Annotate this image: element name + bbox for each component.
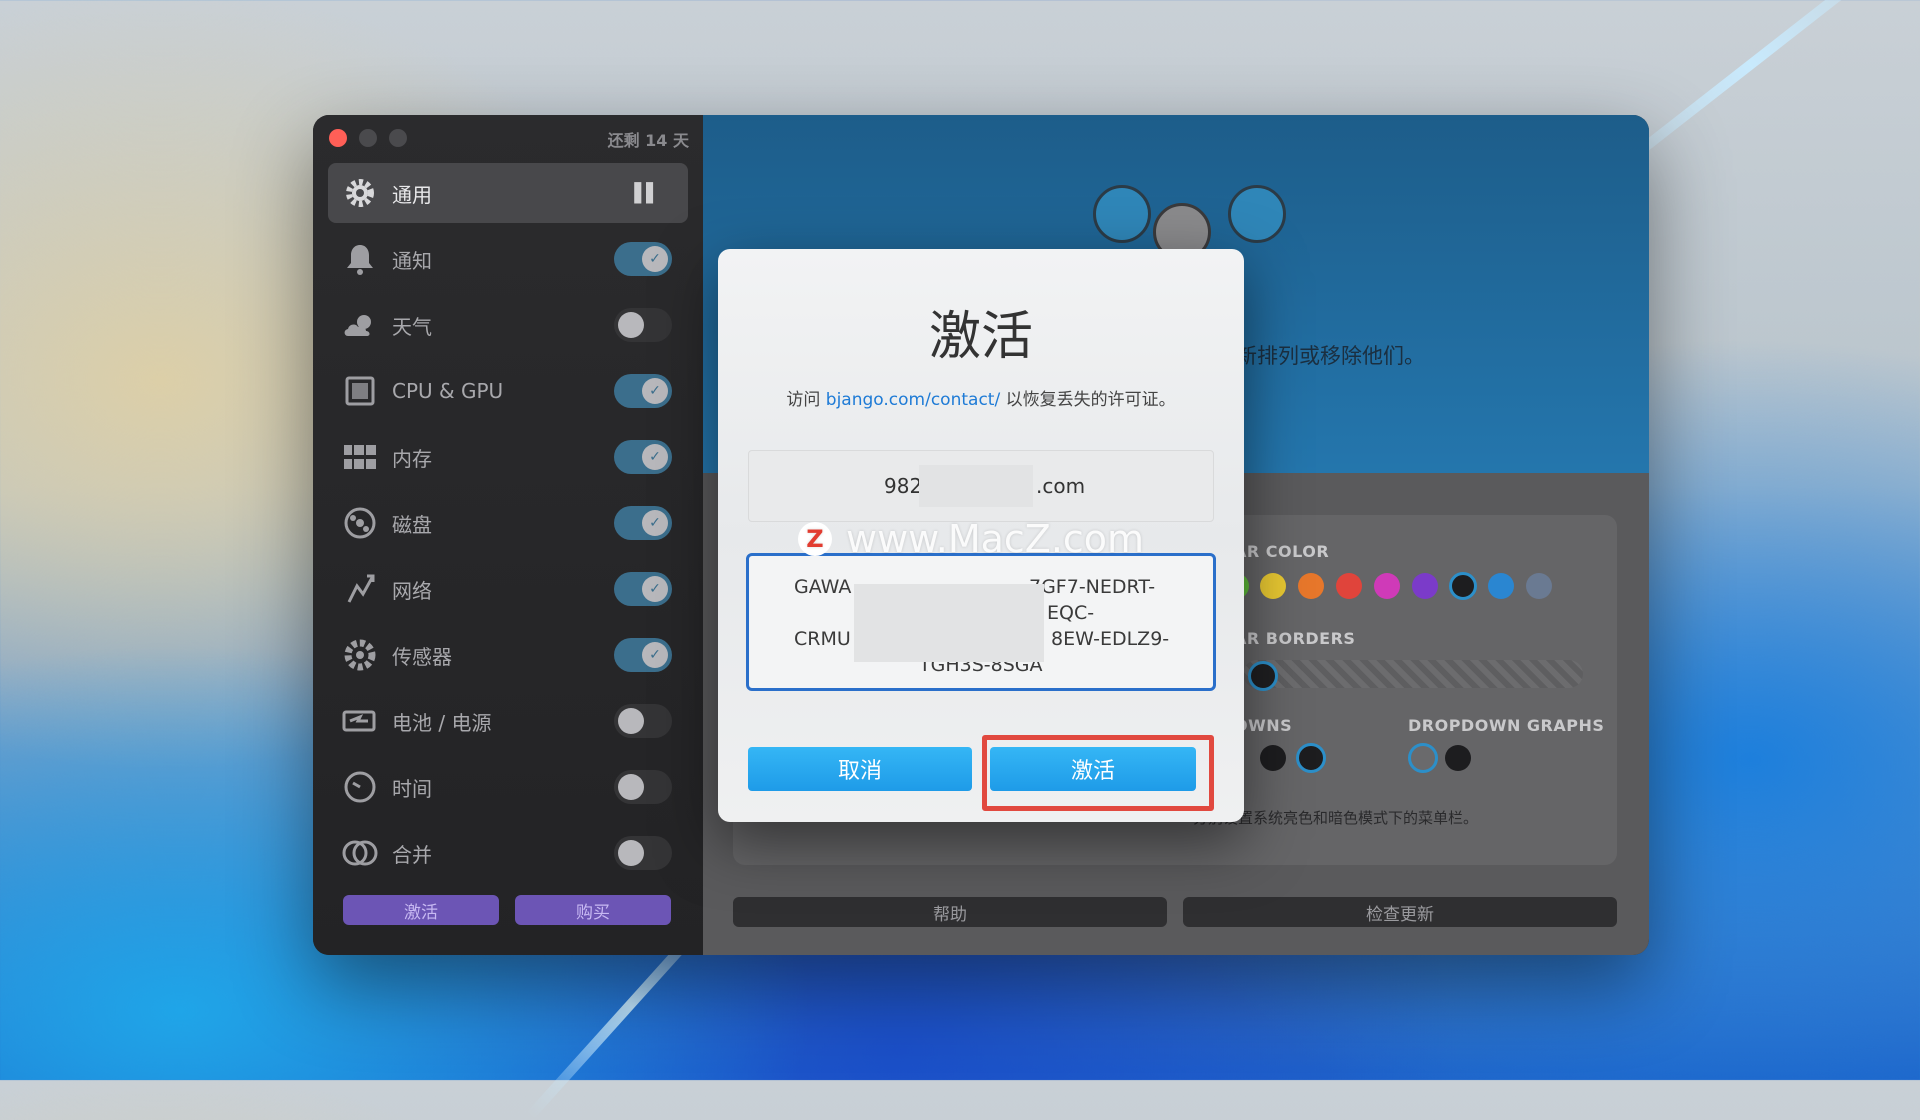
sidebar-item-label: 内存: [392, 446, 432, 471]
sensors-toggle[interactable]: ✓: [614, 638, 672, 672]
dialog-title: 激活: [928, 307, 1033, 367]
cpu-icon: [340, 371, 380, 411]
trial-remaining-text: 还剩 14 天: [607, 131, 689, 150]
desc-prefix: 访问: [786, 390, 826, 410]
watermark-badge: Z: [798, 522, 832, 556]
key-line: 8EW-EDLZ9-: [1051, 628, 1170, 650]
sidebar-item-label: 通用: [392, 182, 432, 207]
email-prefix: 982: [884, 474, 923, 498]
zoom-window-button[interactable]: [389, 129, 407, 147]
sensor-icon: [340, 635, 380, 675]
sidebar-item-label: 磁盘: [392, 512, 432, 537]
memory-icon: [340, 437, 380, 477]
sidebar-item-memory[interactable]: 内存 ✓: [328, 427, 688, 487]
sidebar-item-cpu-gpu[interactable]: CPU & GPU ✓: [328, 361, 688, 421]
bar-borders-slider[interactable]: [1243, 660, 1583, 688]
email-suffix: .com: [1036, 474, 1086, 498]
gear-icon: [340, 173, 380, 213]
bar-color-label: AR COLOR: [1234, 542, 1330, 561]
color-swatch-purple[interactable]: [1412, 573, 1438, 599]
key-line: 7GF7-NEDRT-: [1029, 576, 1156, 598]
color-swatch-slate[interactable]: [1526, 573, 1552, 599]
color-swatch-blue[interactable]: [1488, 573, 1514, 599]
close-window-button[interactable]: [329, 129, 347, 147]
check-updates-button[interactable]: 检查更新: [1183, 897, 1617, 927]
sidebar-buy-button[interactable]: 购买: [515, 895, 671, 925]
contact-link[interactable]: bjango.com/contact/: [826, 390, 1000, 410]
network-toggle[interactable]: ✓: [614, 572, 672, 606]
sidebar: 还剩 14 天 通用 ▌▌ 通知 ✓ 天气 CPU & GPU ✓ 内存 ✓ 磁…: [313, 115, 703, 955]
sidebar-item-label: 天气: [392, 314, 432, 339]
help-button[interactable]: 帮助: [733, 897, 1167, 927]
bell-icon: [340, 239, 380, 279]
watermark-text: www.MacZ.com: [846, 517, 1145, 561]
sidebar-item-label: 传感器: [392, 644, 452, 669]
sidebar-item-label: 电池 / 电源: [392, 710, 492, 735]
color-swatch-yellow[interactable]: [1260, 573, 1286, 599]
disk-toggle[interactable]: ✓: [614, 506, 672, 540]
sidebar-activate-button[interactable]: 激活: [343, 895, 499, 925]
minimize-window-button[interactable]: [359, 129, 377, 147]
key-line: EQC-: [1047, 602, 1095, 624]
email-field[interactable]: 982 .com: [748, 450, 1214, 522]
sidebar-item-network[interactable]: 网络 ✓: [328, 559, 688, 619]
key-line: GAWA: [794, 576, 852, 598]
pause-icon[interactable]: ▌▌: [634, 183, 660, 204]
color-swatch-black-selected[interactable]: [1449, 572, 1477, 600]
sidebar-item-battery[interactable]: 电池 / 电源: [328, 691, 688, 751]
key-redaction: [854, 584, 1044, 662]
sidebar-item-general[interactable]: 通用 ▌▌: [328, 163, 688, 223]
cancel-button[interactable]: 取消: [748, 747, 972, 791]
activation-dialog: 激活 访问 bjango.com/contact/ 以恢复丢失的许可证。 982…: [718, 249, 1244, 822]
cpu-gpu-toggle[interactable]: ✓: [614, 374, 672, 408]
preview-circle: [1093, 185, 1151, 243]
email-redaction: [919, 465, 1033, 507]
watermark: Z www.MacZ.com: [798, 517, 1144, 561]
sidebar-item-label: 时间: [392, 776, 432, 801]
disk-icon: [340, 503, 380, 543]
sidebar-item-weather[interactable]: 天气: [328, 295, 688, 355]
key-line: CRMU: [794, 628, 851, 650]
merge-icon: [340, 833, 380, 873]
color-swatch-magenta[interactable]: [1374, 573, 1400, 599]
sidebar-item-label: 合并: [392, 842, 432, 867]
color-swatch-orange[interactable]: [1298, 573, 1324, 599]
battery-toggle[interactable]: [614, 704, 672, 738]
sidebar-item-time[interactable]: 时间: [328, 757, 688, 817]
memory-toggle[interactable]: ✓: [614, 440, 672, 474]
sidebar-item-label: 通知: [392, 248, 432, 273]
network-icon: [340, 569, 380, 609]
sidebar-item-notifications[interactable]: 通知 ✓: [328, 229, 688, 289]
sidebar-item-disk[interactable]: 磁盘 ✓: [328, 493, 688, 553]
bar-borders-slider-thumb[interactable]: [1248, 661, 1278, 691]
graphs-swatch-black[interactable]: [1445, 745, 1471, 771]
sidebar-item-sensors[interactable]: 传感器 ✓: [328, 625, 688, 685]
graphs-swatch-light-selected[interactable]: [1408, 743, 1438, 773]
sidebar-item-label: 网络: [392, 578, 432, 603]
battery-icon: [340, 701, 380, 741]
dialog-description: 访问 bjango.com/contact/ 以恢复丢失的许可证。: [718, 385, 1244, 410]
cloud-icon: [340, 305, 380, 345]
activate-button-highlight: [982, 735, 1214, 811]
reorder-hint-text: 新排列或移除他们。: [1236, 344, 1425, 368]
sidebar-item-label: CPU & GPU: [392, 379, 504, 403]
dropdown-swatch-black[interactable]: [1260, 745, 1286, 771]
dropdown-swatch-selected[interactable]: [1296, 743, 1326, 773]
desc-suffix: 以恢复丢失的许可证。: [1000, 390, 1176, 410]
dropdown-graphs-label: DROPDOWN GRAPHS: [1408, 716, 1605, 735]
license-key-field[interactable]: GAWA 7GF7-NEDRT- EQC- CRMU 8EW-EDLZ9- TG…: [746, 553, 1216, 691]
bar-borders-label: AR BORDERS: [1234, 629, 1356, 648]
clock-icon: [340, 767, 380, 807]
color-swatch-red[interactable]: [1336, 573, 1362, 599]
weather-toggle[interactable]: [614, 308, 672, 342]
time-toggle[interactable]: [614, 770, 672, 804]
combine-toggle[interactable]: [614, 836, 672, 870]
preview-circle: [1228, 185, 1286, 243]
notifications-toggle[interactable]: ✓: [614, 242, 672, 276]
sidebar-item-combine[interactable]: 合并: [328, 823, 688, 883]
